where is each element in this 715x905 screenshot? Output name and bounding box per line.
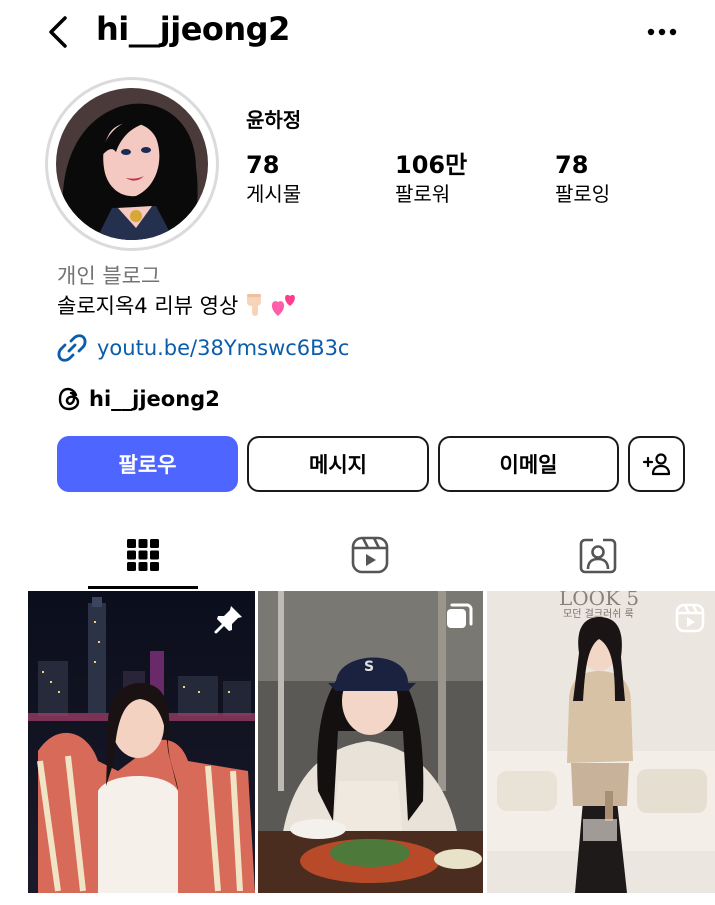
add-person-icon xyxy=(642,453,670,476)
profile-tabs xyxy=(0,522,715,590)
post-thumbnail-3[interactable]: LOOK 5 모던 걸크러쉬 룩 xyxy=(487,591,715,893)
profile-avatar-ring[interactable] xyxy=(45,77,219,251)
post-overlay-title: LOOK 5 xyxy=(559,591,639,610)
reels-icon xyxy=(351,536,389,574)
tab-reels[interactable] xyxy=(315,522,425,588)
profile-bio: 솔로지옥4 리뷰 영상 xyxy=(57,290,298,320)
more-dots-icon xyxy=(647,28,677,36)
profile-link[interactable]: youtu.be/38Ymswc6B3c xyxy=(57,333,349,363)
post-thumbnail-1[interactable] xyxy=(28,591,255,893)
threads-icon xyxy=(58,387,80,411)
link-text[interactable]: youtu.be/38Ymswc6B3c xyxy=(97,336,349,360)
back-button[interactable] xyxy=(40,12,76,52)
posts-grid: S LOOK 5 모던 걸크러쉬 룩 xyxy=(28,591,715,905)
bio-text: 솔로지옥4 리뷰 영상 xyxy=(57,294,239,318)
stat-posts-count: 78 xyxy=(246,151,280,179)
pointing-down-hand-icon xyxy=(247,294,262,316)
avatar[interactable] xyxy=(56,88,208,240)
pin-icon xyxy=(214,606,242,634)
follow-button[interactable]: 팔로우 xyxy=(57,436,238,492)
stat-posts-label: 게시물 xyxy=(246,182,302,206)
tab-posts-grid[interactable] xyxy=(88,522,198,588)
stat-posts[interactable]: 78 게시물 xyxy=(246,150,301,208)
stat-following[interactable]: 78 팔로잉 xyxy=(555,150,610,208)
reels-icon xyxy=(675,603,705,633)
more-options-button[interactable] xyxy=(640,16,684,48)
message-button[interactable]: 메시지 xyxy=(247,436,429,492)
bio-emojis xyxy=(244,292,298,318)
stat-followers-count: 106만 xyxy=(395,151,468,179)
display-name: 윤하정 xyxy=(246,108,302,132)
post-thumbnail-2[interactable]: S xyxy=(258,591,483,893)
profile-category: 개인 블로그 xyxy=(57,264,161,288)
stat-following-count: 78 xyxy=(555,151,589,179)
svg-text:S: S xyxy=(364,659,374,675)
chevron-left-icon xyxy=(49,16,67,48)
link-icon xyxy=(57,334,87,362)
email-button[interactable]: 이메일 xyxy=(438,436,619,492)
profile-header: hi__jjeong2 xyxy=(0,0,715,70)
active-tab-indicator xyxy=(88,586,198,589)
stat-followers[interactable]: 106만 팔로워 xyxy=(395,150,467,208)
add-user-button[interactable] xyxy=(628,436,685,492)
threads-handle: hi__jjeong2 xyxy=(89,387,220,411)
profile-username: hi__jjeong2 xyxy=(96,10,290,48)
stat-followers-label: 팔로워 xyxy=(395,182,451,206)
grid-icon xyxy=(127,539,159,571)
two-hearts-icon xyxy=(272,294,296,316)
tab-tagged[interactable] xyxy=(543,522,653,588)
tagged-person-icon xyxy=(579,538,617,574)
stat-following-label: 팔로잉 xyxy=(555,182,611,206)
multi-photo-icon xyxy=(447,603,473,628)
threads-badge[interactable]: hi__jjeong2 xyxy=(57,386,220,412)
